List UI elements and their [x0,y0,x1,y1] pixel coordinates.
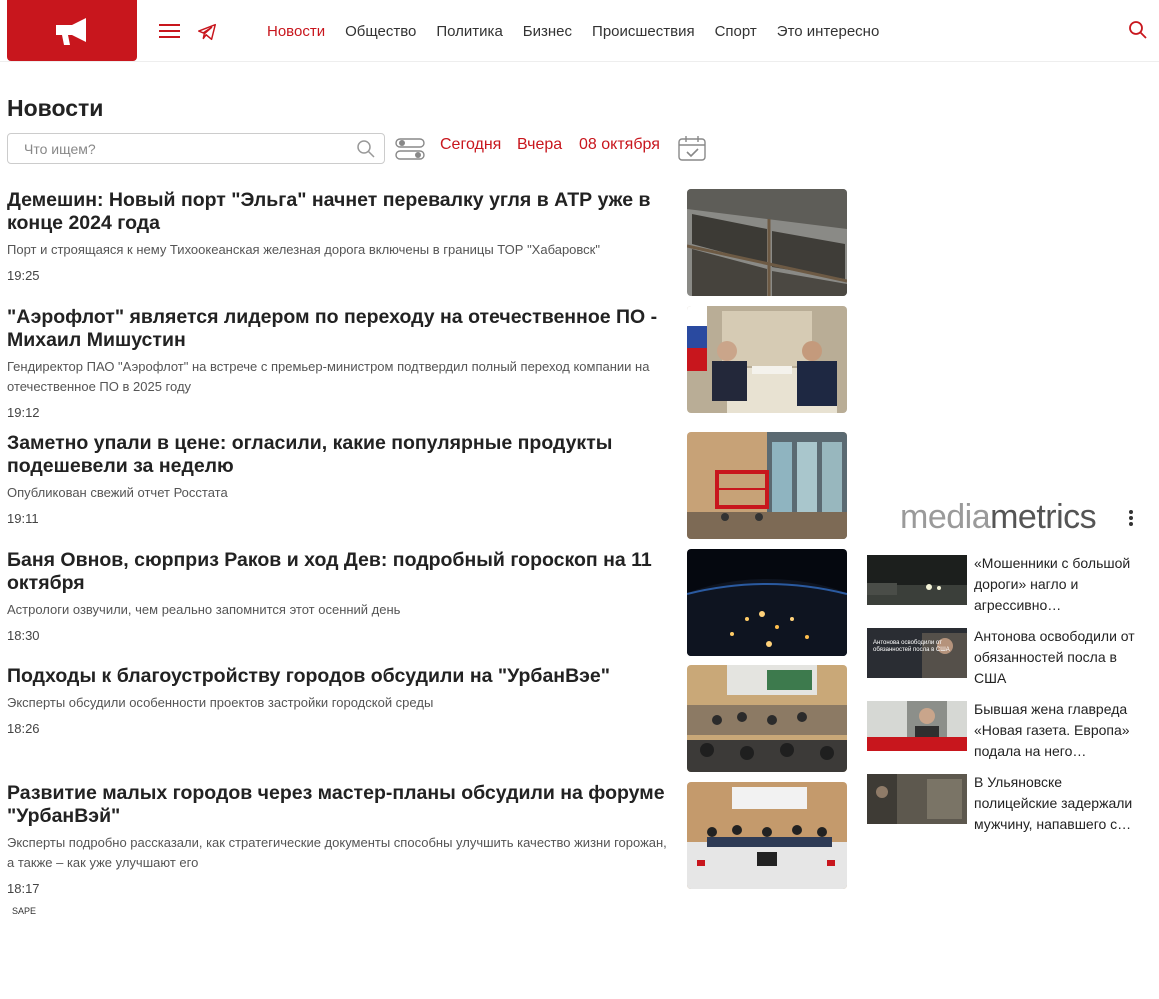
article-time: 18:30 [7,628,40,643]
mediametrics-item[interactable]: В Ульяновске полицейские задержали мужчи… [867,774,1147,838]
article-lead: Эксперты обсудили особенности проектов з… [7,695,434,710]
search-icon[interactable] [1128,20,1148,40]
article-title[interactable]: Подходы к благоустройству городов обсуди… [7,665,667,688]
page-title: Новости [7,95,104,121]
article-title[interactable]: Баня Овнов, сюрприз Раков и ход Дев: под… [7,549,667,595]
nav-item-incidents[interactable]: Происшествия [592,23,695,41]
article-lead: Порт и строящаяся к нему Тихоокеанская ж… [7,242,600,257]
mediametrics-item[interactable]: Антонова освободили от обязанностей посл… [867,628,1147,692]
mediametrics-logo-light: media [900,498,991,536]
nav-item-society[interactable]: Общество [345,23,416,41]
mediametrics-logo[interactable]: mediametrics [900,498,1097,537]
telegram-icon[interactable] [196,21,218,43]
article-thumbnail-earth-night[interactable] [687,549,847,656]
mediametrics-logo-dark: metrics [990,498,1097,536]
site-header: Новости Общество Политика Бизнес Происше… [0,0,1159,62]
article-title[interactable]: Заметно упали в цене: огласили, какие по… [7,432,667,478]
nav-item-politics[interactable]: Политика [436,23,502,41]
mediametrics-item[interactable]: Бывшая жена главреда «Новая газета. Евро… [867,701,1147,765]
article-title[interactable]: Демешин: Новый порт "Эльга" начнет перев… [7,189,667,235]
more-vertical-icon[interactable] [1126,510,1136,528]
article-lead: Эксперты подробно рассказали, как страте… [7,835,667,870]
nav-item-interesting[interactable]: Это интересно [777,23,880,41]
article-thumbnail-shopping-cart[interactable] [687,432,847,539]
article-thumbnail-conference[interactable] [687,665,847,772]
sape-label: SAPE [12,906,37,916]
article-time: 19:25 [7,268,40,283]
article-title[interactable]: Развитие малых городов через мастер-план… [7,782,667,828]
mediametrics-thumbnail: Антонова освободили от обязанностей посл… [867,628,967,678]
article-thumbnail-meeting[interactable] [687,306,847,413]
mediametrics-thumbnail [867,555,967,605]
filter-toggle-icon[interactable] [395,137,425,161]
article-title[interactable]: "Аэрофлот" является лидером по переходу … [7,306,667,352]
site-logo[interactable] [7,0,137,61]
mediametrics-item[interactable]: «Мошенники с большой дороги» нагло и агр… [867,555,1147,619]
nav-item-sport[interactable]: Спорт [715,23,757,41]
calendar-icon[interactable] [677,135,707,162]
filter-today-link[interactable]: Сегодня [440,136,501,154]
nav-item-news[interactable]: Новости [267,23,325,41]
mediametrics-item-text: В Ульяновске полицейские задержали мужчи… [974,774,1133,832]
article-lead: Опубликован свежий отчет Росстата [7,485,228,500]
search-icon[interactable] [356,139,376,159]
megaphone-icon [56,17,86,45]
article-lead: Гендиректор ПАО "Аэрофлот" на встрече с … [7,359,650,394]
mediametrics-thumbnail [867,774,967,824]
mediametrics-item-text: «Мошенники с большой дороги» нагло и агр… [974,555,1131,613]
mediametrics-thumbnail [867,701,967,751]
article-time: 18:26 [7,721,40,736]
menu-icon[interactable] [159,24,180,40]
main-nav: Новости Общество Политика Бизнес Происше… [267,23,899,41]
article-time: 19:11 [7,511,39,526]
article-thumbnail-forum-stage[interactable] [687,782,847,889]
filter-yesterday-link[interactable]: Вчера [517,136,562,154]
mediametrics-item-text: Антонова освободили от обязанностей посл… [974,628,1135,686]
filter-date-link[interactable]: 08 октября [579,136,660,154]
article-thumbnail-coal-wagons[interactable] [687,189,847,296]
nav-item-business[interactable]: Бизнес [523,23,572,41]
mediametrics-thumbnail-caption: Антонова освободили от обязанностей посл… [873,640,950,653]
news-search-input[interactable] [24,140,344,158]
mediametrics-item-text: Бывшая жена главреда «Новая газета. Евро… [974,701,1130,759]
news-search-box [7,133,385,164]
article-time: 18:17 [7,881,40,896]
article-lead: Астрологи озвучили, чем реально запомнит… [7,602,401,617]
article-time: 19:12 [7,405,40,420]
